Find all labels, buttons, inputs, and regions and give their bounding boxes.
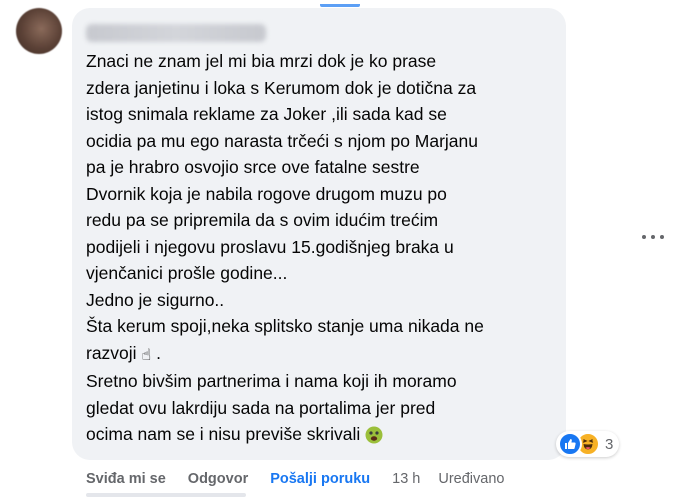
send-message-button[interactable]: Pošalji poruku bbox=[270, 471, 370, 487]
like-reaction-icon bbox=[558, 432, 582, 456]
reactions-summary[interactable]: 3 bbox=[556, 431, 620, 457]
like-button[interactable]: Sviđa mi se bbox=[86, 471, 166, 487]
reaction-count: 3 bbox=[605, 435, 614, 453]
comment-text: Znaci ne znam jel mi bia mrzi dok je ko … bbox=[86, 48, 552, 450]
more-dot-icon bbox=[642, 235, 646, 239]
more-dot-icon bbox=[651, 235, 655, 239]
comment-screenshot: Znaci ne znam jel mi bia mrzi dok je ko … bbox=[0, 0, 674, 497]
top-link-fragment bbox=[320, 0, 360, 7]
pointing-up-hand-emoji: ☝ bbox=[141, 344, 152, 364]
more-options-button[interactable] bbox=[640, 228, 666, 246]
comment-actions: Sviđa mi se Odgovor Pošalji poruku 13 h … bbox=[86, 468, 522, 490]
edited-label[interactable]: Uređivano bbox=[438, 471, 504, 487]
comment-timestamp[interactable]: 13 h bbox=[392, 471, 420, 487]
comment-bubble: Znaci ne znam jel mi bia mrzi dok je ko … bbox=[72, 8, 566, 460]
reply-button[interactable]: Odgovor bbox=[188, 471, 248, 487]
comment-text-main: Znaci ne znam jel mi bia mrzi dok je ko … bbox=[86, 51, 484, 363]
more-dot-icon bbox=[660, 235, 664, 239]
top-strip bbox=[0, 0, 674, 8]
nauseated-face-emoji bbox=[365, 423, 383, 450]
next-comment-edge bbox=[86, 493, 246, 497]
comment-author-name-blurred[interactable] bbox=[86, 24, 266, 42]
commenter-avatar[interactable] bbox=[16, 8, 62, 54]
comment-text-tail: Sretno bivšim partnerima i nama koji ih … bbox=[86, 371, 457, 444]
